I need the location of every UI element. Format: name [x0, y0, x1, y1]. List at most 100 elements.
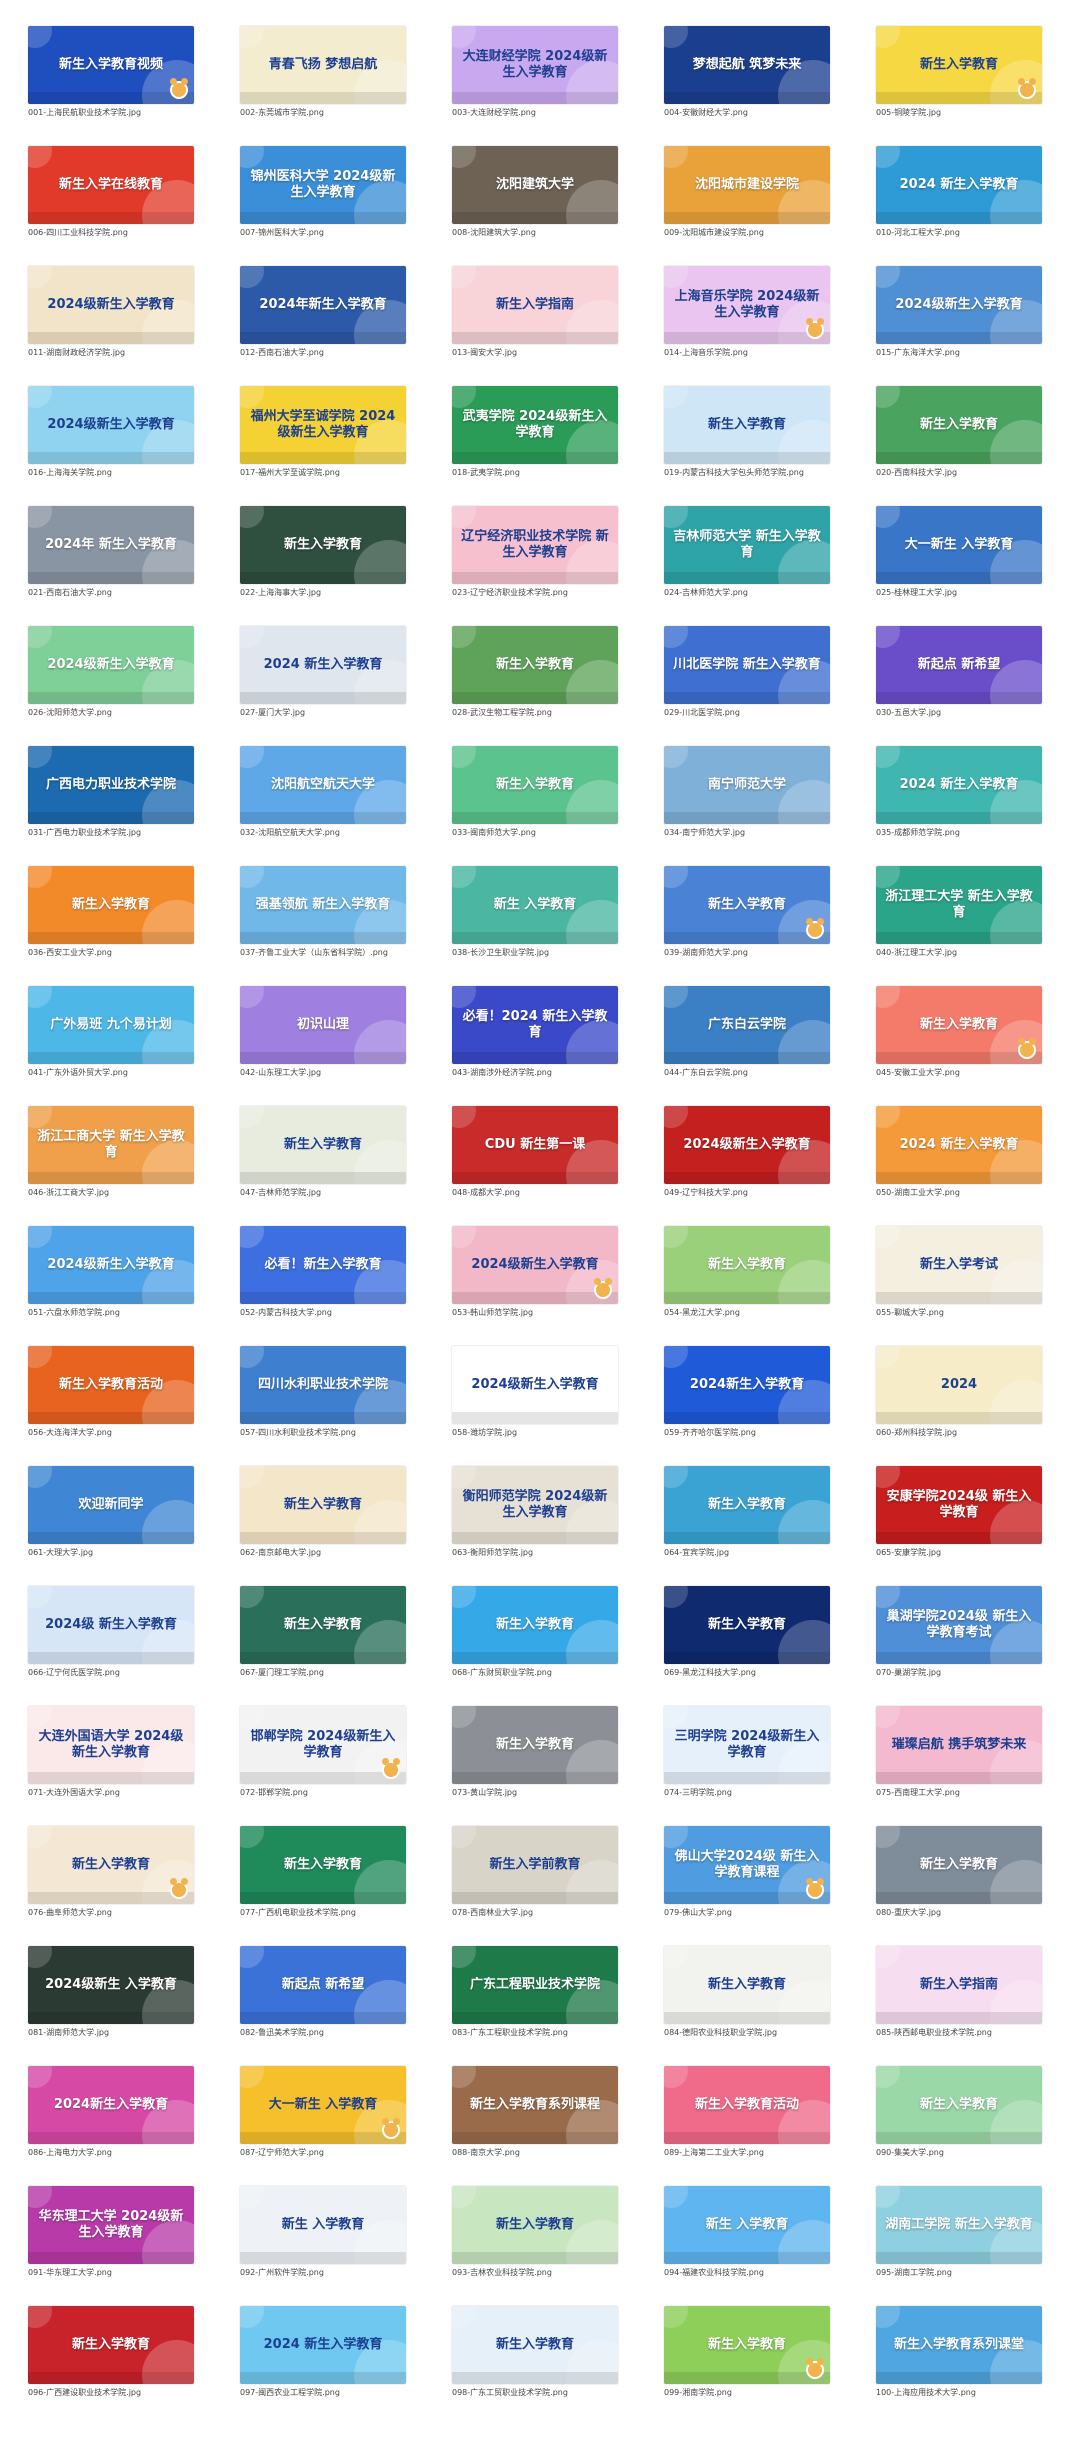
grid-item[interactable]: 新生 入学教育 092-广州软件学院.png — [240, 2186, 406, 2282]
thumbnail-image[interactable]: 新生入学教育 — [452, 1586, 618, 1664]
grid-item[interactable]: 2024年 新生入学教育 021-西南石油大学.png — [28, 506, 194, 602]
thumbnail-image[interactable]: 佛山大学2024级 新生入学教育课程 — [664, 1826, 830, 1904]
grid-item[interactable]: 锦州医科大学 2024级新生入学教育 007-锦州医科大学.png — [240, 146, 406, 242]
grid-item[interactable]: 2024级新生入学教育 015-广东海洋大学.png — [876, 266, 1042, 362]
grid-item[interactable]: CDU 新生第一课 048-成都大学.png — [452, 1106, 618, 1202]
grid-item[interactable]: 大连财经学院 2024级新生入学教育 003-大连财经学院.png — [452, 26, 618, 122]
grid-item[interactable]: 璀璨启航 携手筑梦未来 075-西南理工大学.png — [876, 1706, 1042, 1802]
grid-item[interactable]: 湖南工学院 新生入学教育 095-湖南工学院.png — [876, 2186, 1042, 2282]
thumbnail-image[interactable]: 新生 入学教育 — [452, 866, 618, 944]
thumbnail-image[interactable]: 辽宁经济职业技术学院 新生入学教育 — [452, 506, 618, 584]
thumbnail-image[interactable]: CDU 新生第一课 — [452, 1106, 618, 1184]
grid-item[interactable]: 新生入学教育 080-重庆大学.jpg — [876, 1826, 1042, 1922]
grid-item[interactable]: 新生入学教育 019-内蒙古科技大学包头师范学院.png — [664, 386, 830, 482]
thumbnail-image[interactable]: 2024级新生入学教育 — [664, 1106, 830, 1184]
grid-item[interactable]: 欢迎新同学 061-大理大学.jpg — [28, 1466, 194, 1562]
grid-item[interactable]: 新生入学教育 073-黄山学院.jpg — [452, 1706, 618, 1802]
grid-item[interactable]: 新生入学教育 077-广西机电职业技术学院.png — [240, 1826, 406, 1922]
grid-item[interactable]: 新生入学教育 022-上海海事大学.jpg — [240, 506, 406, 602]
thumbnail-image[interactable]: 南宁师范大学 — [664, 746, 830, 824]
thumbnail-image[interactable]: 上海音乐学院 2024级新生入学教育 — [664, 266, 830, 344]
grid-item[interactable]: 新生入学教育 076-曲阜师范大学.png — [28, 1826, 194, 1922]
thumbnail-image[interactable]: 新生入学教育 — [240, 506, 406, 584]
thumbnail-image[interactable]: 新生入学教育 — [240, 1586, 406, 1664]
grid-item[interactable]: 新生入学教育活动 089-上海第二工业大学.png — [664, 2066, 830, 2162]
thumbnail-image[interactable]: 大连财经学院 2024级新生入学教育 — [452, 26, 618, 104]
thumbnail-image[interactable]: 2024新生入学教育 — [28, 2066, 194, 2144]
thumbnail-image[interactable]: 新生入学教育 — [240, 1466, 406, 1544]
grid-item[interactable]: 广西电力职业技术学院 031-广西电力职业技术学院.jpg — [28, 746, 194, 842]
thumbnail-image[interactable]: 新生入学教育 — [452, 626, 618, 704]
thumbnail-image[interactable]: 新起点 新希望 — [240, 1946, 406, 2024]
thumbnail-image[interactable]: 新生入学教育 — [876, 986, 1042, 1064]
thumbnail-image[interactable]: 2024年新生入学教育 — [240, 266, 406, 344]
thumbnail-image[interactable]: 2024 新生入学教育 — [876, 146, 1042, 224]
thumbnail-image[interactable]: 2024 新生入学教育 — [240, 2306, 406, 2384]
thumbnail-image[interactable]: 沈阳城市建设学院 — [664, 146, 830, 224]
grid-item[interactable]: 广东白云学院 044-广东白云学院.png — [664, 986, 830, 1082]
thumbnail-image[interactable]: 武夷学院 2024级新生入学教育 — [452, 386, 618, 464]
thumbnail-image[interactable]: 大一新生 入学教育 — [876, 506, 1042, 584]
thumbnail-image[interactable]: 广东白云学院 — [664, 986, 830, 1064]
thumbnail-image[interactable]: 新生入学教育 — [664, 1946, 830, 2024]
grid-item[interactable]: 新生入学考试 055-聊城大学.png — [876, 1226, 1042, 1322]
thumbnail-image[interactable]: 大连外国语大学 2024级新生入学教育 — [28, 1706, 194, 1784]
grid-item[interactable]: 新起点 新希望 030-五邑大学.jpg — [876, 626, 1042, 722]
thumbnail-image[interactable]: 2024 新生入学教育 — [240, 626, 406, 704]
thumbnail-image[interactable]: 梦想起航 筑梦未来 — [664, 26, 830, 104]
grid-item[interactable]: 新生入学教育 093-吉林农业科技学院.png — [452, 2186, 618, 2282]
thumbnail-image[interactable]: 广西电力职业技术学院 — [28, 746, 194, 824]
thumbnail-image[interactable]: 吉林师范大学 新生入学教育 — [664, 506, 830, 584]
grid-item[interactable]: 2024新生入学教育 059-齐齐哈尔医学院.png — [664, 1346, 830, 1442]
thumbnail-image[interactable]: 新生入学教育 — [664, 866, 830, 944]
thumbnail-image[interactable]: 初识山理 — [240, 986, 406, 1064]
grid-item[interactable]: 新生 入学教育 038-长沙卫生职业学院.jpg — [452, 866, 618, 962]
grid-item[interactable]: 浙江理工大学 新生入学教育 040-浙江理工大学.jpg — [876, 866, 1042, 962]
grid-item[interactable]: 南宁师范大学 034-南宁师范大学.jpg — [664, 746, 830, 842]
thumbnail-image[interactable]: 新生 入学教育 — [240, 2186, 406, 2264]
thumbnail-image[interactable]: 2024级新生 入学教育 — [28, 1946, 194, 2024]
grid-item[interactable]: 新起点 新希望 082-鲁迅美术学院.png — [240, 1946, 406, 2042]
thumbnail-image[interactable]: 新生 入学教育 — [664, 2186, 830, 2264]
thumbnail-image[interactable]: 2024级新生入学教育 — [28, 386, 194, 464]
thumbnail-image[interactable]: 新生入学教育 — [28, 2306, 194, 2384]
thumbnail-image[interactable]: 新生入学指南 — [876, 1946, 1042, 2024]
thumbnail-image[interactable]: 锦州医科大学 2024级新生入学教育 — [240, 146, 406, 224]
thumbnail-image[interactable]: 新起点 新希望 — [876, 626, 1042, 704]
grid-item[interactable]: 必看！新生入学教育 052-内蒙古科技大学.png — [240, 1226, 406, 1322]
grid-item[interactable]: 2024 新生入学教育 050-湖南工业大学.png — [876, 1106, 1042, 1202]
thumbnail-image[interactable]: 川北医学院 新生入学教育 — [664, 626, 830, 704]
thumbnail-image[interactable]: 新生入学教育 — [664, 1226, 830, 1304]
thumbnail-image[interactable]: 2024级新生入学教育 — [452, 1346, 618, 1424]
grid-item[interactable]: 福州大学至诚学院 2024级新生入学教育 017-福州大学至诚学院.png — [240, 386, 406, 482]
thumbnail-image[interactable]: 璀璨启航 携手筑梦未来 — [876, 1706, 1042, 1784]
thumbnail-image[interactable]: 新生入学教育视频 — [28, 26, 194, 104]
thumbnail-image[interactable]: 新生入学教育 — [452, 2186, 618, 2264]
thumbnail-image[interactable]: 浙江工商大学 新生入学教育 — [28, 1106, 194, 1184]
grid-item[interactable]: 四川水利职业技术学院 057-四川水利职业技术学院.png — [240, 1346, 406, 1442]
thumbnail-image[interactable]: 2024级新生入学教育 — [28, 626, 194, 704]
grid-item[interactable]: 梦想起航 筑梦未来 004-安徽财经大学.png — [664, 26, 830, 122]
grid-item[interactable]: 2024 新生入学教育 027-厦门大学.jpg — [240, 626, 406, 722]
thumbnail-image[interactable]: 必看！2024 新生入学教育 — [452, 986, 618, 1064]
thumbnail-image[interactable]: 2024 新生入学教育 — [876, 746, 1042, 824]
grid-item[interactable]: 2024级新生入学教育 049-辽宁科技大学.png — [664, 1106, 830, 1202]
thumbnail-image[interactable]: 三明学院 2024级新生入学教育 — [664, 1706, 830, 1784]
thumbnail-image[interactable]: 新生入学教育 — [240, 1106, 406, 1184]
grid-item[interactable]: 新生入学教育 064-宜宾学院.jpg — [664, 1466, 830, 1562]
grid-item[interactable]: 新生入学教育系列课堂 100-上海应用技术大学.png — [876, 2306, 1042, 2402]
thumbnail-image[interactable]: 新生入学教育 — [664, 386, 830, 464]
grid-item[interactable]: 新生入学教育 054-黑龙江大学.png — [664, 1226, 830, 1322]
grid-item[interactable]: 新生入学教育 098-广东工贸职业技术学院.png — [452, 2306, 618, 2402]
grid-item[interactable]: 大连外国语大学 2024级新生入学教育 071-大连外国语大学.png — [28, 1706, 194, 1802]
thumbnail-image[interactable]: 新生入学教育 — [876, 26, 1042, 104]
thumbnail-image[interactable]: 新生入学教育 — [28, 866, 194, 944]
thumbnail-image[interactable]: 2024新生入学教育 — [664, 1346, 830, 1424]
thumbnail-image[interactable]: 新生入学教育 — [876, 1826, 1042, 1904]
grid-item[interactable]: 2024级新生入学教育 011-湖南财政经济学院.jpg — [28, 266, 194, 362]
thumbnail-image[interactable]: 2024 — [876, 1346, 1042, 1424]
thumbnail-image[interactable]: 2024年 新生入学教育 — [28, 506, 194, 584]
grid-item[interactable]: 2024级新生入学教育 058-潍坊学院.jpg — [452, 1346, 618, 1442]
grid-item[interactable]: 新生入学教育 033-闽南师范大学.png — [452, 746, 618, 842]
grid-item[interactable]: 浙江工商大学 新生入学教育 046-浙江工商大学.jpg — [28, 1106, 194, 1202]
